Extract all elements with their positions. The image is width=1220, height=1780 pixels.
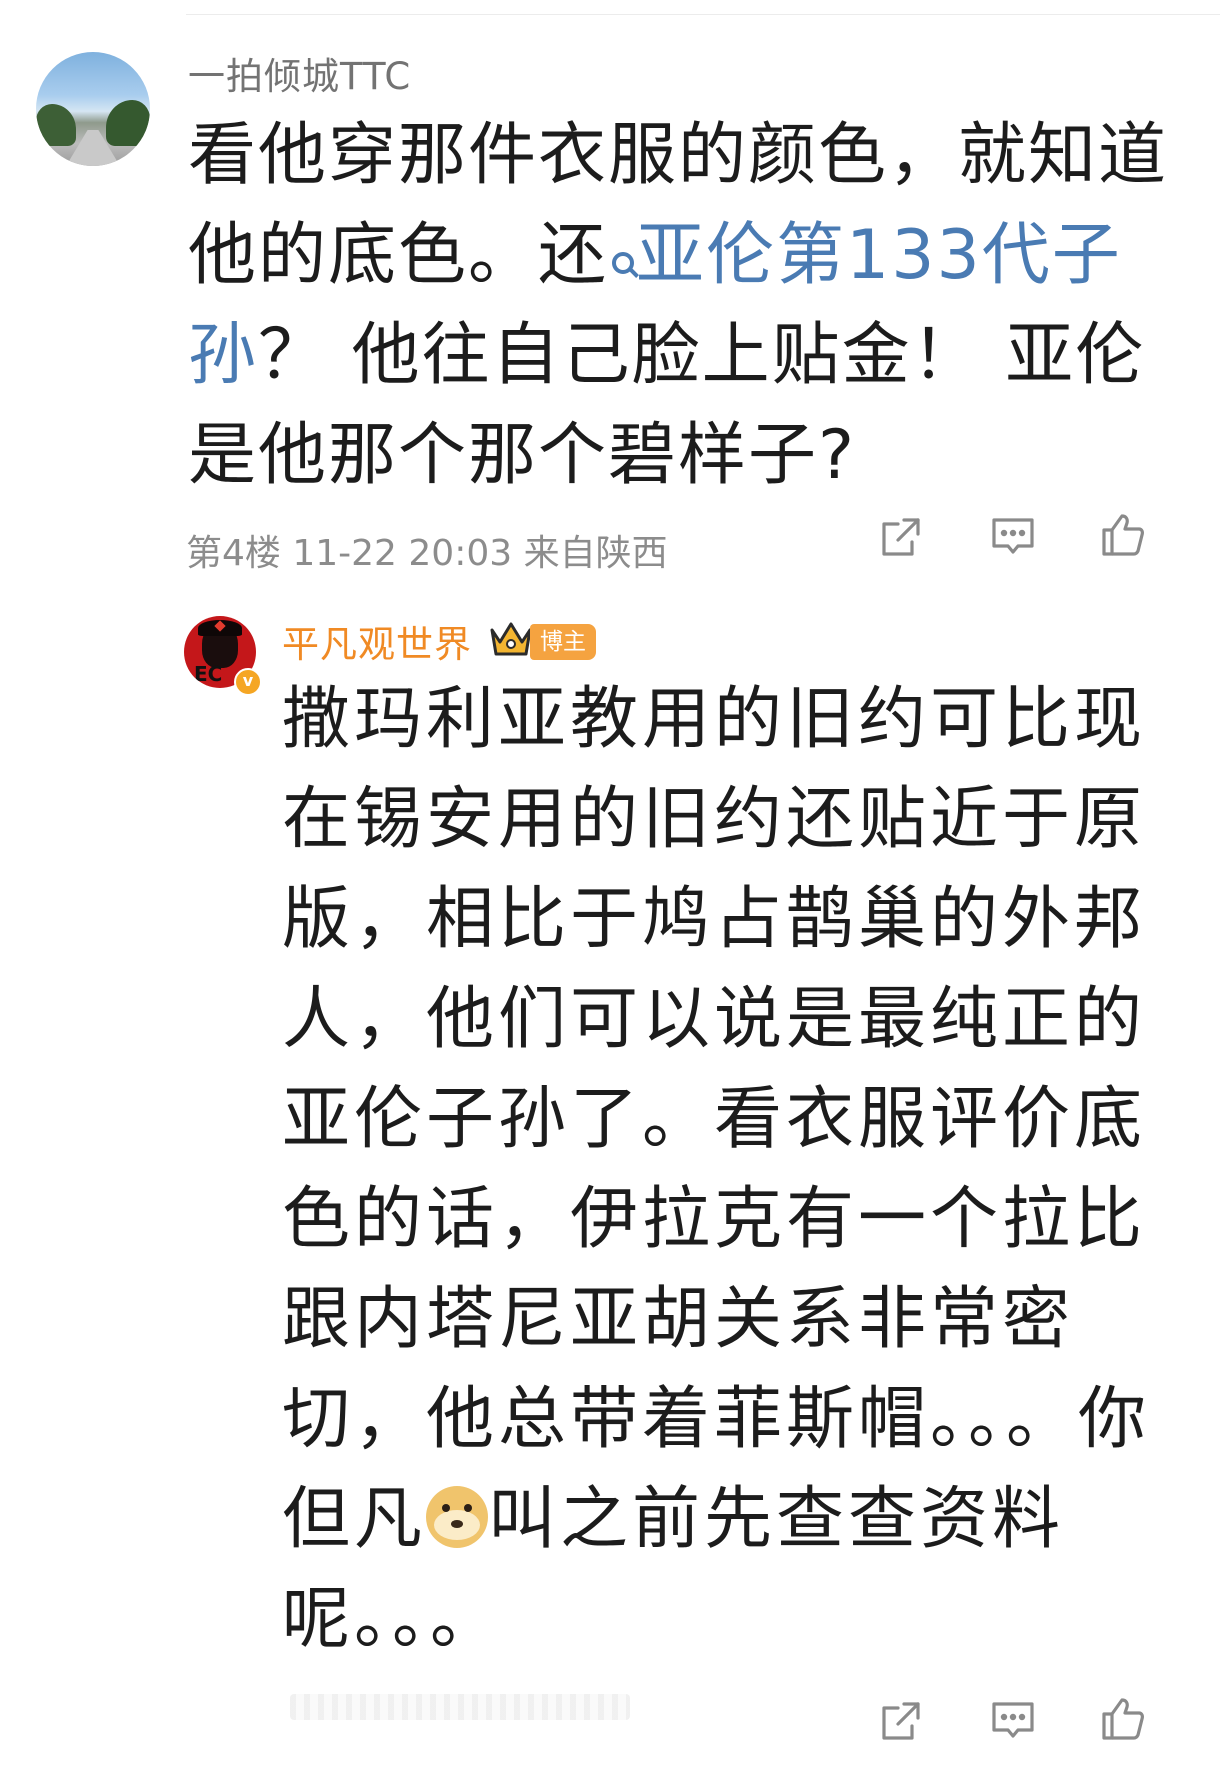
top-divider	[186, 14, 1220, 15]
comment1-text: 看他穿那件衣服的颜色，就知道他的底色。还 亚伦第133代子孙？ 他往自己脸上贴金！…	[188, 106, 1188, 506]
share-icon[interactable]	[876, 1696, 926, 1746]
comment-icon[interactable]	[988, 512, 1038, 562]
share-icon[interactable]	[876, 512, 926, 562]
comment1-username[interactable]: 一拍倾城TTC	[188, 46, 411, 100]
comment1-text-part2: ？ 他往自己脸上贴金！ 亚伦是他那个那个碧样子?	[188, 316, 1146, 495]
comment2-username[interactable]: 平凡观世界	[282, 614, 472, 668]
like-icon[interactable]	[1098, 1694, 1148, 1744]
comment2-meta-placeholder	[290, 1694, 630, 1720]
search-topic-icon	[612, 252, 635, 274]
comment-icon[interactable]	[988, 1696, 1038, 1746]
avatar-text: EC	[194, 662, 223, 686]
comment2-text-part1: 撒玛利亚教用的旧约可比现在锡安用的旧约还贴近于原版，相比于鸠占鹊巢的外邦人，他们…	[282, 680, 1151, 1559]
comment1-meta: 第4楼 11-22 20:03 来自陕西	[186, 533, 668, 574]
verified-badge-icon: v	[234, 668, 262, 696]
comment2-text: 撒玛利亚教用的旧约可比现在锡安用的旧约还贴近于原版，相比于鸠占鹊巢的外邦人，他们…	[282, 670, 1182, 1670]
avatar-user1[interactable]	[36, 52, 150, 166]
blogger-badge: 博主	[530, 624, 596, 660]
doge-emoji-icon	[426, 1486, 489, 1548]
like-icon[interactable]	[1098, 510, 1148, 560]
crown-icon	[488, 618, 534, 658]
